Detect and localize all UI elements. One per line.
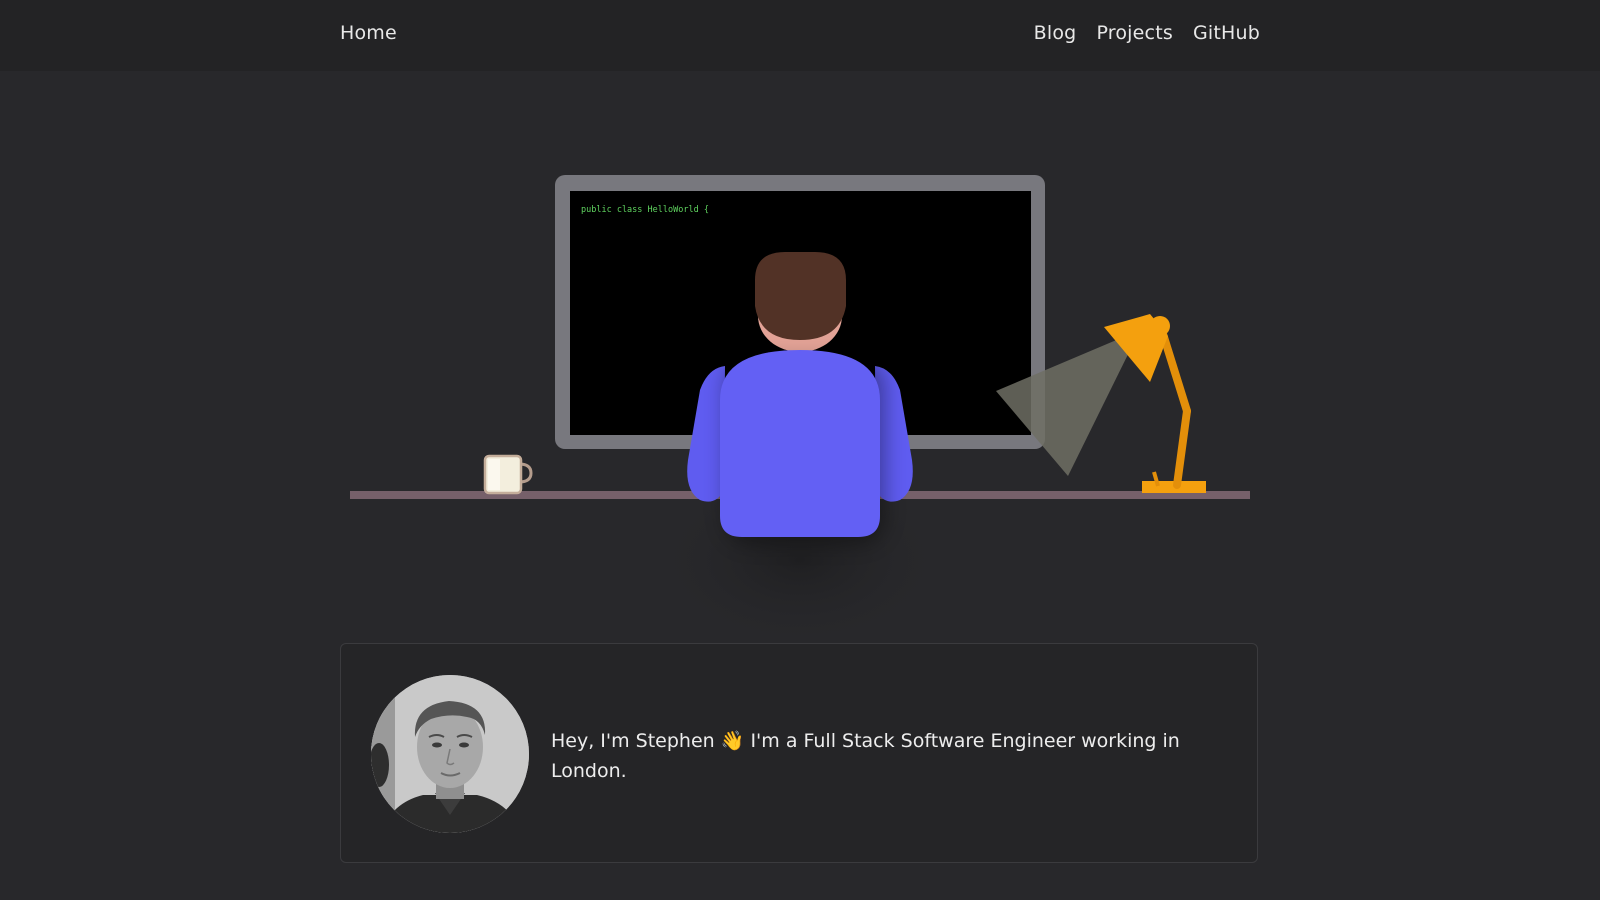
avatar-photo (371, 675, 529, 833)
top-navbar: Home Blog Projects GitHub (0, 0, 1600, 71)
hero-illustration: public class HelloWorld { (0, 71, 1600, 651)
avatar (371, 675, 529, 833)
intro-card: Hey, I'm Stephen 👋 I'm a Full Stack Soft… (340, 643, 1258, 863)
intro-text: Hey, I'm Stephen 👋 I'm a Full Stack Soft… (551, 730, 1180, 782)
person-torso (720, 350, 880, 537)
nav-github-link[interactable]: GitHub (1193, 22, 1260, 44)
coffee-mug-icon (483, 454, 533, 495)
nav-blog-link[interactable]: Blog (1034, 22, 1077, 44)
person-hair (755, 252, 846, 340)
nav-home-link[interactable]: Home (340, 22, 397, 44)
nav-projects-link[interactable]: Projects (1096, 22, 1173, 44)
code-line: public class HelloWorld { (581, 205, 709, 215)
desk-scene-svg: public class HelloWorld { (350, 175, 1250, 650)
nav-links: Blog Projects GitHub (1034, 22, 1260, 44)
